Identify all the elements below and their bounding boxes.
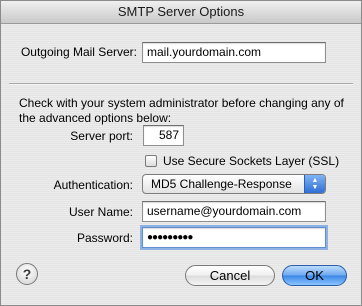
- updown-arrows-icon: ▲ ▼: [304, 175, 325, 193]
- server-port-input[interactable]: 587: [143, 125, 184, 146]
- user-name-input[interactable]: username@yourdomain.com: [142, 201, 326, 222]
- authentication-label: Authentication:: [53, 178, 133, 192]
- user-name-label: User Name:: [68, 205, 133, 219]
- window-title: SMTP Server Options: [1, 1, 361, 24]
- separator: [9, 83, 353, 85]
- password-input[interactable]: ●●●●●●●●●: [142, 227, 326, 248]
- authentication-selected: MD5 Challenge-Response: [151, 177, 292, 191]
- outgoing-server-label: Outgoing Mail Server:: [20, 45, 137, 59]
- ssl-checkbox[interactable]: [145, 155, 157, 167]
- advanced-options-note: Check with your system administrator bef…: [19, 96, 344, 125]
- help-button[interactable]: ?: [16, 263, 38, 285]
- cancel-button[interactable]: Cancel: [185, 265, 275, 286]
- smtp-options-dialog: SMTP Server Options Outgoing Mail Server…: [0, 0, 362, 306]
- server-port-label: Server port:: [70, 129, 133, 143]
- password-label: Password:: [76, 231, 133, 245]
- authentication-popup[interactable]: MD5 Challenge-Response ▲ ▼: [142, 174, 326, 194]
- ssl-checkbox-label: Use Secure Sockets Layer (SSL): [163, 154, 340, 168]
- ssl-checkbox-row[interactable]: Use Secure Sockets Layer (SSL): [145, 153, 339, 169]
- outgoing-server-input[interactable]: mail.yourdomain.com: [142, 42, 326, 63]
- ok-button[interactable]: OK: [282, 265, 347, 286]
